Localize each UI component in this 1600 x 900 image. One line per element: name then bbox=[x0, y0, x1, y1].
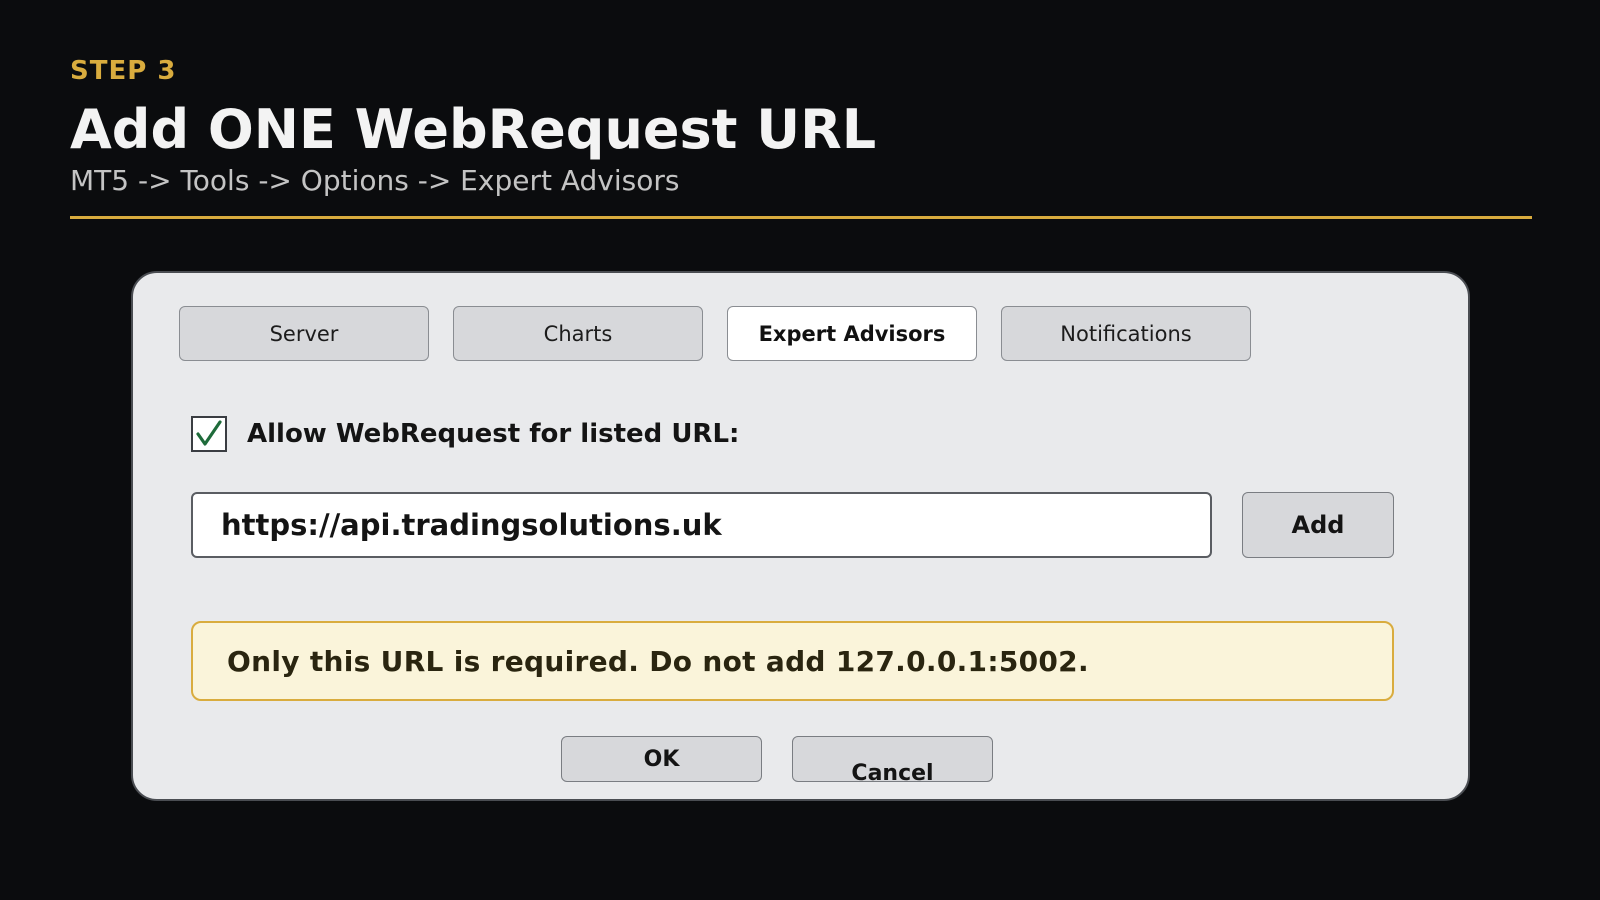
allow-webrequest-label: Allow WebRequest for listed URL: bbox=[247, 419, 740, 449]
tab-charts[interactable]: Charts bbox=[453, 306, 703, 361]
url-input[interactable] bbox=[191, 492, 1212, 558]
page-header: STEP 3 Add ONE WebRequest URL MT5 -> Too… bbox=[70, 56, 1532, 198]
tab-notifications[interactable]: Notifications bbox=[1001, 306, 1251, 361]
step-label: STEP 3 bbox=[70, 56, 177, 86]
options-dialog: Server Charts Expert Advisors Notificati… bbox=[131, 271, 1470, 801]
allow-webrequest-row: Allow WebRequest for listed URL: bbox=[191, 416, 739, 452]
header-divider bbox=[70, 216, 1532, 219]
notice-banner: Only this URL is required. Do not add 12… bbox=[191, 621, 1394, 701]
cancel-button[interactable]: Cancel bbox=[792, 736, 993, 785]
add-button[interactable]: Add bbox=[1242, 492, 1394, 558]
tab-expert-advisors[interactable]: Expert Advisors bbox=[727, 306, 977, 361]
tab-server[interactable]: Server bbox=[179, 306, 429, 361]
checkmark-icon bbox=[196, 420, 222, 446]
menu-path-subtitle: MT5 -> Tools -> Options -> Expert Adviso… bbox=[70, 164, 680, 197]
ok-button[interactable]: OK bbox=[561, 736, 762, 782]
page-title: Add ONE WebRequest URL bbox=[70, 98, 877, 161]
allow-webrequest-checkbox[interactable] bbox=[191, 416, 227, 452]
